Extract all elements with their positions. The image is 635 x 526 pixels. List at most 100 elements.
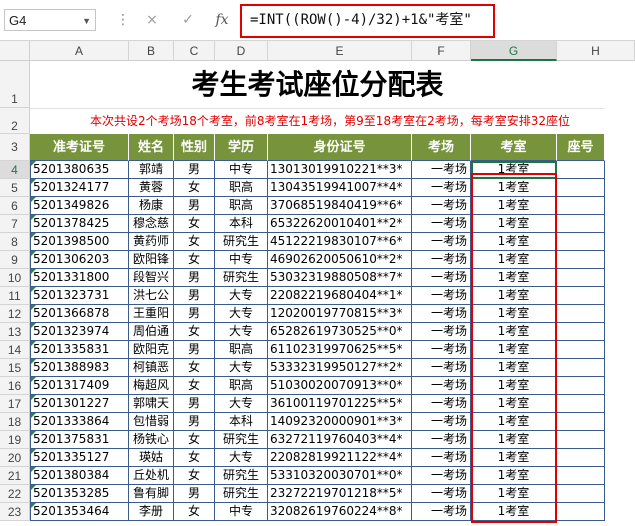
cell-admission-number[interactable]: 5201380635 <box>30 161 129 179</box>
cell-exam-site[interactable]: 一考场 <box>412 449 471 467</box>
column-header-e[interactable]: E <box>268 41 412 61</box>
header-exam-room[interactable]: 考室 <box>471 134 557 161</box>
enter-icon[interactable]: ✓ <box>176 9 200 31</box>
sheet-title[interactable]: 考生考试座位分配表 <box>30 62 605 108</box>
cell-education[interactable]: 本科 <box>215 413 268 431</box>
cell-exam-site[interactable]: 一考场 <box>412 197 471 215</box>
cell-exam-site[interactable]: 一考场 <box>412 359 471 377</box>
cell-id-number[interactable]: 45122219830107**6* <box>268 233 412 251</box>
cell-seat-number[interactable] <box>557 359 605 377</box>
cell-seat-number[interactable] <box>557 233 605 251</box>
cell-id-number[interactable]: 22082819921122**4* <box>268 449 412 467</box>
cell-name[interactable]: 包惜弱 <box>129 413 174 431</box>
header-admission-number[interactable]: 准考证号 <box>30 134 129 161</box>
cell-education[interactable]: 研究生 <box>215 431 268 449</box>
cell-seat-number[interactable] <box>557 485 605 503</box>
cell-admission-number[interactable]: 5201317409 <box>30 377 129 395</box>
header-name[interactable]: 姓名 <box>129 134 174 161</box>
row-header-12[interactable]: 12 <box>0 305 30 323</box>
cell-education[interactable]: 中专 <box>215 161 268 179</box>
cell-seat-number[interactable] <box>557 323 605 341</box>
cell-education[interactable]: 大专 <box>215 359 268 377</box>
cell-exam-site[interactable]: 一考场 <box>412 287 471 305</box>
cell-gender[interactable]: 女 <box>174 179 215 197</box>
row-header-21[interactable]: 21 <box>0 467 30 485</box>
cell-name[interactable]: 周伯通 <box>129 323 174 341</box>
cell-gender[interactable]: 男 <box>174 485 215 503</box>
cell-seat-number[interactable] <box>557 395 605 413</box>
cell-education[interactable]: 大专 <box>215 395 268 413</box>
cell-id-number[interactable]: 22082219680404**1* <box>268 287 412 305</box>
cell-name[interactable]: 欧阳克 <box>129 341 174 359</box>
row-header-19[interactable]: 19 <box>0 431 30 449</box>
row-header-16[interactable]: 16 <box>0 377 30 395</box>
cell-gender[interactable]: 女 <box>174 251 215 269</box>
cell-seat-number[interactable] <box>557 215 605 233</box>
cell-admission-number[interactable]: 5201353464 <box>30 503 129 521</box>
row-header-11[interactable]: 11 <box>0 287 30 305</box>
cell-name[interactable]: 洪七公 <box>129 287 174 305</box>
cell-id-number[interactable]: 65322620010401**2* <box>268 215 412 233</box>
column-header-a[interactable]: A <box>30 41 129 61</box>
row-header-23[interactable]: 23 <box>0 503 30 521</box>
cell-name[interactable]: 梅超风 <box>129 377 174 395</box>
cell-name[interactable]: 郭靖 <box>129 161 174 179</box>
cell-gender[interactable]: 女 <box>174 323 215 341</box>
cell-gender[interactable]: 女 <box>174 431 215 449</box>
cell-name[interactable]: 瑛姑 <box>129 449 174 467</box>
cell-education[interactable]: 职高 <box>215 197 268 215</box>
cell-education[interactable]: 中专 <box>215 251 268 269</box>
chevron-down-icon[interactable]: ▼ <box>82 10 91 32</box>
cell-seat-number[interactable] <box>557 251 605 269</box>
cell-exam-site[interactable]: 一考场 <box>412 161 471 179</box>
row-header-15[interactable]: 15 <box>0 359 30 377</box>
cancel-icon[interactable]: × <box>140 9 164 31</box>
cell-admission-number[interactable]: 5201398500 <box>30 233 129 251</box>
column-header-h[interactable]: H <box>557 41 635 61</box>
cell-admission-number[interactable]: 5201335127 <box>30 449 129 467</box>
row-header-17[interactable]: 17 <box>0 395 30 413</box>
cell-exam-site[interactable]: 一考场 <box>412 377 471 395</box>
cell-gender[interactable]: 男 <box>174 269 215 287</box>
cell-education[interactable]: 研究生 <box>215 467 268 485</box>
cell-admission-number[interactable]: 5201335831 <box>30 341 129 359</box>
cell-gender[interactable]: 男 <box>174 413 215 431</box>
cell-gender[interactable]: 女 <box>174 233 215 251</box>
cell-seat-number[interactable] <box>557 503 605 521</box>
column-header-c[interactable]: C <box>174 41 215 61</box>
cell-id-number[interactable]: 36100119701225**5* <box>268 395 412 413</box>
cell-seat-number[interactable] <box>557 377 605 395</box>
row-header-14[interactable]: 14 <box>0 341 30 359</box>
cell-id-number[interactable]: 13043519941007**4* <box>268 179 412 197</box>
row-header-1[interactable]: 1 <box>0 61 30 108</box>
column-header-g[interactable]: G <box>471 41 557 61</box>
cell-name[interactable]: 郭啸天 <box>129 395 174 413</box>
cell-exam-site[interactable]: 一考场 <box>412 233 471 251</box>
cell-seat-number[interactable] <box>557 305 605 323</box>
cell-seat-number[interactable] <box>557 467 605 485</box>
cell-name[interactable]: 黄药师 <box>129 233 174 251</box>
cell-id-number[interactable]: 14092320000901**3* <box>268 413 412 431</box>
cell-id-number[interactable]: 12020019770815**3* <box>268 305 412 323</box>
cell-admission-number[interactable]: 5201388983 <box>30 359 129 377</box>
cell-admission-number[interactable]: 5201323731 <box>30 287 129 305</box>
header-education[interactable]: 学历 <box>215 134 268 161</box>
cell-name[interactable]: 欧阳锋 <box>129 251 174 269</box>
cell-admission-number[interactable]: 5201331800 <box>30 269 129 287</box>
cell-id-number[interactable]: 32082619760224**8* <box>268 503 412 521</box>
cell-id-number[interactable]: 23272219701218**5* <box>268 485 412 503</box>
cell-gender[interactable]: 男 <box>174 305 215 323</box>
cell-gender[interactable]: 女 <box>174 377 215 395</box>
cell-gender[interactable]: 女 <box>174 449 215 467</box>
cell-education[interactable]: 职高 <box>215 179 268 197</box>
cell-education[interactable]: 中专 <box>215 503 268 521</box>
cell-seat-number[interactable] <box>557 161 605 179</box>
cell-exam-site[interactable]: 一考场 <box>412 341 471 359</box>
cell-gender[interactable]: 男 <box>174 197 215 215</box>
cell-admission-number[interactable]: 5201301227 <box>30 395 129 413</box>
row-header-4[interactable]: 4 <box>0 161 30 179</box>
cell-admission-number[interactable]: 5201349826 <box>30 197 129 215</box>
cell-gender[interactable]: 男 <box>174 287 215 305</box>
name-box[interactable]: G4 ▼ <box>4 9 96 31</box>
cell-seat-number[interactable] <box>557 431 605 449</box>
